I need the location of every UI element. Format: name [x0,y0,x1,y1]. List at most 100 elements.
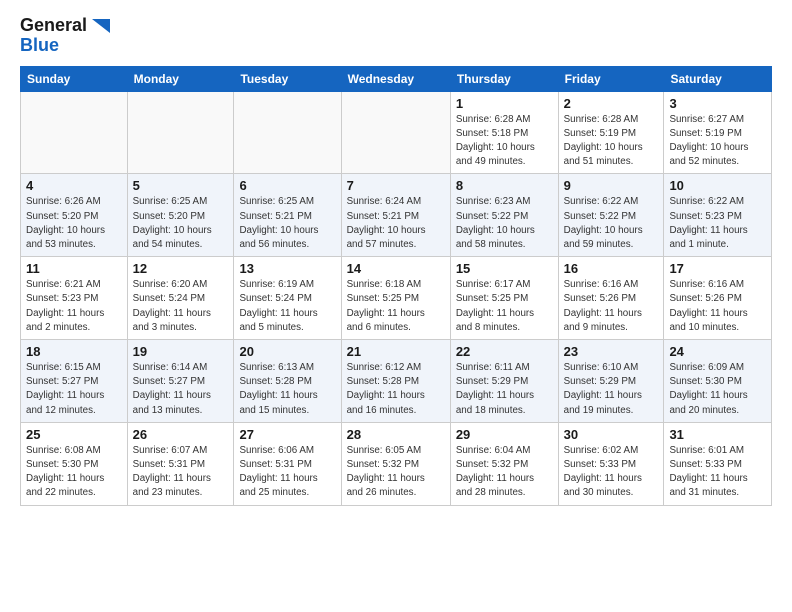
calendar-cell: 9Sunrise: 6:22 AM Sunset: 5:22 PM Daylig… [558,174,664,257]
calendar-cell: 25 Sunrise: 6:08 AM Sunset: 5:30 PM Dayli… [21,422,128,505]
day-number: 7 [347,178,445,193]
calendar-cell: 23 Sunrise: 6:10 AM Sunset: 5:29 PM Dayli… [558,340,664,423]
calendar-cell: 3Sunrise: 6:27 AM Sunset: 5:19 PM Daylig… [664,91,772,174]
calendar-cell: 28 Sunrise: 6:05 AM Sunset: 5:32 PM Dayli… [341,422,450,505]
day-number: 14 [347,261,445,276]
day-number: 20 [239,344,335,359]
calendar-cell: 27 Sunrise: 6:06 AM Sunset: 5:31 PM Dayli… [234,422,341,505]
day-number: 1 [456,96,553,111]
calendar-cell: 31 Sunrise: 6:01 AM Sunset: 5:33 PM Dayli… [664,422,772,505]
week-row-3: 11 Sunrise: 6:21 AM Sunset: 5:23 PM Dayli… [21,257,772,340]
day-info: Sunrise: 6:10 AM Sunset: 5:29 PM Dayligh… [564,361,659,418]
logo-text: General Blue [20,16,110,56]
calendar-cell: 18 Sunrise: 6:15 AM Sunset: 5:27 PM Dayli… [21,340,128,423]
day-number: 15 [456,261,553,276]
day-info: Sunrise: 6:11 AM Sunset: 5:29 PM Dayligh… [456,361,553,418]
calendar-cell: 17 Sunrise: 6:16 AM Sunset: 5:26 PM Dayli… [664,257,772,340]
logo: General Blue [20,16,110,56]
day-info: Sunrise: 6:20 AM Sunset: 5:24 PM Dayligh… [133,278,229,335]
calendar-cell [127,91,234,174]
day-info: Sunrise: 6:26 AM Sunset: 5:20 PM Dayligh… [26,195,122,252]
day-info: Sunrise: 6:19 AM Sunset: 5:24 PM Dayligh… [239,278,335,335]
calendar-cell: 6 Sunrise: 6:25 AM Sunset: 5:21 PM Daylig… [234,174,341,257]
day-number: 19 [133,344,229,359]
day-number: 31 [669,427,766,442]
day-info: Sunrise: 6:28 AM Sunset: 5:19 PM Dayligh… [564,113,659,170]
calendar-cell: 8 Sunrise: 6:23 AM Sunset: 5:22 PM Daylig… [450,174,558,257]
calendar-cell: 24Sunrise: 6:09 AM Sunset: 5:30 PM Dayli… [664,340,772,423]
day-number: 23 [564,344,659,359]
calendar-cell: 19 Sunrise: 6:14 AM Sunset: 5:27 PM Dayli… [127,340,234,423]
day-info: Sunrise: 6:01 AM Sunset: 5:33 PM Dayligh… [669,444,766,501]
day-number: 13 [239,261,335,276]
day-info: Sunrise: 6:25 AM Sunset: 5:21 PM Dayligh… [239,195,335,252]
calendar-cell: 20Sunrise: 6:13 AM Sunset: 5:28 PM Dayli… [234,340,341,423]
calendar-cell: 30 Sunrise: 6:02 AM Sunset: 5:33 PM Dayli… [558,422,664,505]
day-info: Sunrise: 6:23 AM Sunset: 5:22 PM Dayligh… [456,195,553,252]
day-number: 25 [26,427,122,442]
calendar-cell: 1 Sunrise: 6:28 AM Sunset: 5:18 PM Daylig… [450,91,558,174]
calendar-cell: 21 Sunrise: 6:12 AM Sunset: 5:28 PM Dayli… [341,340,450,423]
day-info: Sunrise: 6:02 AM Sunset: 5:33 PM Dayligh… [564,444,659,501]
day-info: Sunrise: 6:18 AM Sunset: 5:25 PM Dayligh… [347,278,445,335]
calendar-cell: 4Sunrise: 6:26 AM Sunset: 5:20 PM Daylig… [21,174,128,257]
day-number: 22 [456,344,553,359]
day-number: 5 [133,178,229,193]
calendar-cell: 10 Sunrise: 6:22 AM Sunset: 5:23 PM Dayli… [664,174,772,257]
day-number: 26 [133,427,229,442]
day-info: Sunrise: 6:04 AM Sunset: 5:32 PM Dayligh… [456,444,553,501]
calendar-cell: 14 Sunrise: 6:18 AM Sunset: 5:25 PM Dayli… [341,257,450,340]
day-number: 28 [347,427,445,442]
calendar-cell [21,91,128,174]
day-number: 10 [669,178,766,193]
weekday-header-tuesday: Tuesday [234,66,341,91]
day-number: 12 [133,261,229,276]
day-number: 9 [564,178,659,193]
calendar-cell: 11 Sunrise: 6:21 AM Sunset: 5:23 PM Dayli… [21,257,128,340]
day-number: 29 [456,427,553,442]
calendar-cell: 22 Sunrise: 6:11 AM Sunset: 5:29 PM Dayli… [450,340,558,423]
weekday-header-thursday: Thursday [450,66,558,91]
calendar-cell: 16Sunrise: 6:16 AM Sunset: 5:26 PM Dayli… [558,257,664,340]
weekday-header-monday: Monday [127,66,234,91]
day-number: 17 [669,261,766,276]
day-info: Sunrise: 6:22 AM Sunset: 5:23 PM Dayligh… [669,195,766,252]
day-info: Sunrise: 6:21 AM Sunset: 5:23 PM Dayligh… [26,278,122,335]
week-row-5: 25 Sunrise: 6:08 AM Sunset: 5:30 PM Dayli… [21,422,772,505]
day-info: Sunrise: 6:09 AM Sunset: 5:30 PM Dayligh… [669,361,766,418]
day-info: Sunrise: 6:08 AM Sunset: 5:30 PM Dayligh… [26,444,122,501]
calendar-cell: 7 Sunrise: 6:24 AM Sunset: 5:21 PM Daylig… [341,174,450,257]
day-info: Sunrise: 6:05 AM Sunset: 5:32 PM Dayligh… [347,444,445,501]
weekday-header-wednesday: Wednesday [341,66,450,91]
day-number: 6 [239,178,335,193]
day-number: 21 [347,344,445,359]
week-row-4: 18 Sunrise: 6:15 AM Sunset: 5:27 PM Dayli… [21,340,772,423]
calendar-cell: 2Sunrise: 6:28 AM Sunset: 5:19 PM Daylig… [558,91,664,174]
weekday-header-saturday: Saturday [664,66,772,91]
calendar-cell [234,91,341,174]
day-info: Sunrise: 6:14 AM Sunset: 5:27 PM Dayligh… [133,361,229,418]
day-info: Sunrise: 6:16 AM Sunset: 5:26 PM Dayligh… [669,278,766,335]
day-number: 30 [564,427,659,442]
weekday-header-row: SundayMondayTuesdayWednesdayThursdayFrid… [21,66,772,91]
day-number: 11 [26,261,122,276]
day-number: 18 [26,344,122,359]
day-info: Sunrise: 6:17 AM Sunset: 5:25 PM Dayligh… [456,278,553,335]
day-number: 3 [669,96,766,111]
day-info: Sunrise: 6:24 AM Sunset: 5:21 PM Dayligh… [347,195,445,252]
day-info: Sunrise: 6:28 AM Sunset: 5:18 PM Dayligh… [456,113,553,170]
day-info: Sunrise: 6:12 AM Sunset: 5:28 PM Dayligh… [347,361,445,418]
day-number: 8 [456,178,553,193]
day-info: Sunrise: 6:06 AM Sunset: 5:31 PM Dayligh… [239,444,335,501]
day-info: Sunrise: 6:15 AM Sunset: 5:27 PM Dayligh… [26,361,122,418]
day-number: 27 [239,427,335,442]
calendar-cell: 26Sunrise: 6:07 AM Sunset: 5:31 PM Dayli… [127,422,234,505]
week-row-2: 4Sunrise: 6:26 AM Sunset: 5:20 PM Daylig… [21,174,772,257]
weekday-header-sunday: Sunday [21,66,128,91]
page: General Blue SundayMondayTuesdayWednesda… [0,0,792,516]
calendar-cell: 15 Sunrise: 6:17 AM Sunset: 5:25 PM Dayli… [450,257,558,340]
calendar-cell [341,91,450,174]
day-number: 16 [564,261,659,276]
calendar-cell: 12 Sunrise: 6:20 AM Sunset: 5:24 PM Dayli… [127,257,234,340]
calendar-table: SundayMondayTuesdayWednesdayThursdayFrid… [20,66,772,506]
